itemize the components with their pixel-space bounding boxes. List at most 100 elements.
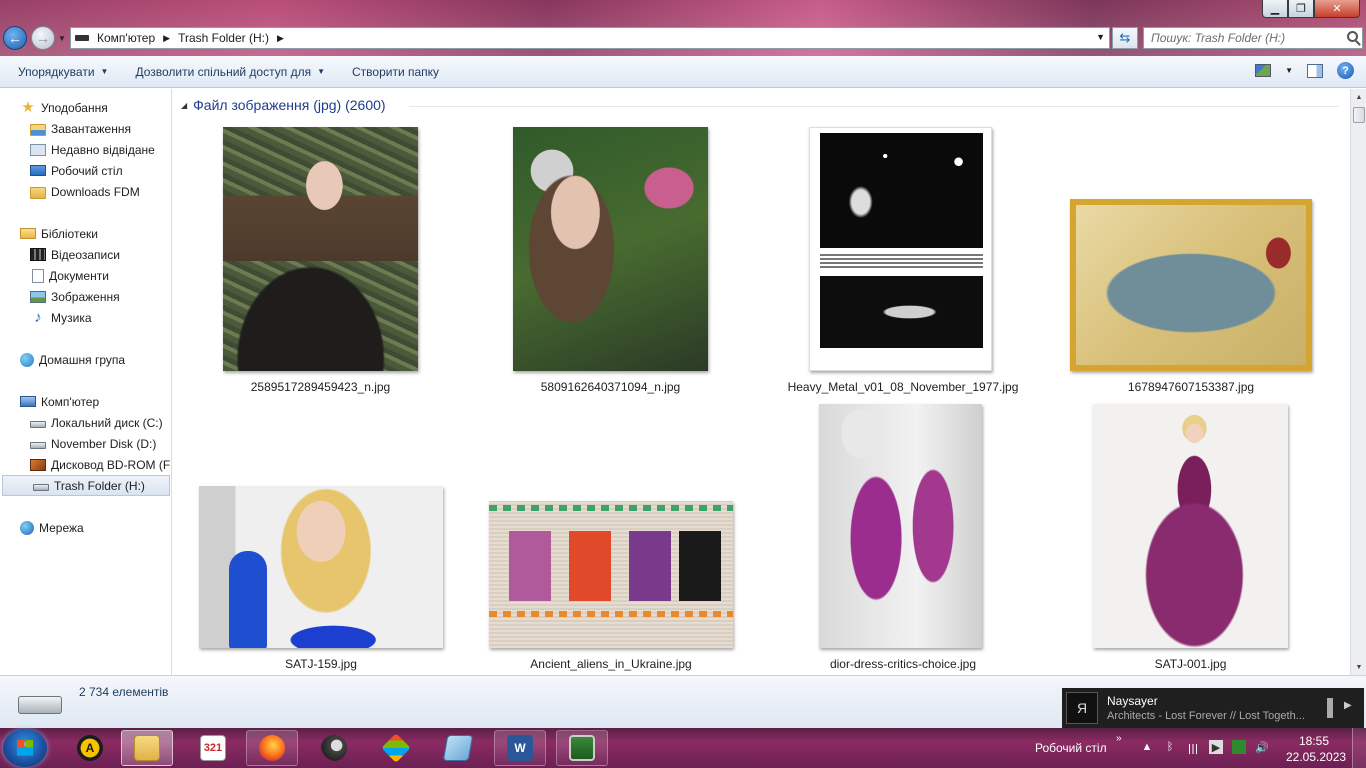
group-header[interactable]: ◢ Файл зображення (jpg) (2600) bbox=[181, 97, 386, 113]
breadcrumb-separator-icon[interactable]: ▶ bbox=[163, 33, 170, 44]
new-folder-button[interactable]: Створити папку bbox=[343, 65, 448, 79]
taskbar-avast[interactable]: A bbox=[64, 730, 116, 766]
show-hidden-icons-icon[interactable]: ▲ bbox=[1140, 740, 1154, 754]
window-controls: ▁ ❐ ✕ bbox=[1262, 0, 1360, 18]
forward-button[interactable]: → bbox=[31, 26, 55, 50]
desktop-icon bbox=[30, 165, 46, 176]
word-icon: W bbox=[507, 735, 533, 761]
vertical-scrollbar[interactable]: ▲ ▼ bbox=[1350, 89, 1366, 675]
file-list[interactable]: ◢ Файл зображення (jpg) (2600) 2589517289… bbox=[173, 89, 1350, 675]
taskbar-firefox[interactable] bbox=[246, 730, 298, 766]
search-placeholder: Пошук: Trash Folder (H:) bbox=[1151, 31, 1286, 45]
file-name-2[interactable]: 5809162640371094_n.jpg bbox=[513, 380, 708, 394]
sidebar-item-homegroup[interactable]: Домашня група bbox=[0, 349, 171, 370]
sidebar-item-label: Дисковод BD-ROM (F:) bbox=[51, 457, 172, 472]
sidebar-item-downloads-fdm[interactable]: Downloads FDM bbox=[0, 181, 171, 202]
sidebar-item-desktop[interactable]: Робочий стіл bbox=[0, 160, 171, 181]
sidebar-item-documents[interactable]: Документи bbox=[0, 265, 171, 286]
taskbar-media-player-classic[interactable]: 321 bbox=[187, 730, 239, 766]
hard-drive-icon bbox=[33, 484, 49, 491]
now-playing-track: Architects - Lost Forever // Lost Togeth… bbox=[1107, 710, 1305, 722]
file-thumbnail-1[interactable] bbox=[223, 127, 418, 371]
volume-icon[interactable]: 🔊 bbox=[1255, 740, 1269, 754]
collapse-triangle-icon[interactable]: ◢ bbox=[181, 101, 187, 110]
file-name-4[interactable]: 1678947607153387.jpg bbox=[1070, 380, 1312, 394]
breadcrumb: Комп'ютер ▶ Trash Folder (H:) ▶ bbox=[97, 31, 292, 45]
close-button[interactable]: ✕ bbox=[1314, 0, 1360, 18]
sidebar-item-favorites[interactable]: ★ Уподобання bbox=[0, 97, 171, 118]
bluetooth-icon[interactable]: ᛒ bbox=[1163, 740, 1177, 754]
history-dropdown-icon[interactable]: ▼ bbox=[58, 34, 66, 43]
minimize-button[interactable]: ▁ bbox=[1262, 0, 1288, 18]
sidebar-item-libraries[interactable]: Бібліотеки bbox=[0, 223, 171, 244]
maximize-button[interactable]: ❐ bbox=[1288, 0, 1314, 18]
address-dropdown-icon[interactable]: ▼ bbox=[1096, 32, 1105, 42]
file-thumbnail-5[interactable] bbox=[199, 486, 443, 648]
file-name-6[interactable]: Ancient_aliens_in_Ukraine.jpg bbox=[489, 657, 733, 671]
view-options-dropdown-icon[interactable]: ▼ bbox=[1285, 66, 1293, 75]
media-icon[interactable]: ▶ bbox=[1209, 740, 1223, 754]
file-thumbnail-8[interactable] bbox=[1093, 404, 1288, 648]
organize-button[interactable]: Упорядкувати ▼ bbox=[9, 65, 117, 79]
taskbar-notes[interactable] bbox=[432, 730, 484, 766]
file-name-8[interactable]: SATJ-001.jpg bbox=[1093, 657, 1288, 671]
refresh-icon: ⇆ bbox=[1119, 30, 1131, 45]
embroidery-band bbox=[489, 505, 733, 511]
help-icon[interactable]: ? bbox=[1337, 62, 1354, 79]
taskbar-steam[interactable] bbox=[308, 730, 360, 766]
avast-icon: A bbox=[77, 735, 103, 761]
preview-pane-icon[interactable] bbox=[1307, 63, 1323, 78]
file-name-1[interactable]: 2589517289459423_n.jpg bbox=[223, 380, 418, 394]
search-input[interactable]: Пошук: Trash Folder (H:) bbox=[1143, 27, 1363, 49]
next-icon[interactable]: ▶ bbox=[1344, 700, 1352, 711]
sidebar-item-videos[interactable]: Відеозаписи bbox=[0, 244, 171, 265]
refresh-button[interactable]: ⇆ bbox=[1112, 27, 1138, 49]
taskbar-explorer[interactable] bbox=[121, 730, 173, 766]
scroll-up-icon[interactable]: ▲ bbox=[1351, 89, 1366, 105]
embroidery-figure bbox=[509, 531, 551, 601]
file-thumbnail-3[interactable] bbox=[809, 127, 992, 371]
scroll-down-icon[interactable]: ▼ bbox=[1351, 659, 1366, 675]
show-desktop-button[interactable] bbox=[1352, 728, 1366, 768]
sidebar-item-label: Відеозаписи bbox=[51, 247, 120, 262]
green-app-icon[interactable] bbox=[1232, 740, 1246, 754]
sidebar-item-drive-d[interactable]: November Disk (D:) bbox=[0, 433, 171, 454]
sidebar-item-recent[interactable]: Недавно відвідане bbox=[0, 139, 171, 160]
sidebar-item-pictures[interactable]: Зображення bbox=[0, 286, 171, 307]
sidebar-item-music[interactable]: ♪ Музика bbox=[0, 307, 171, 328]
sidebar-item-downloads[interactable]: Завантаження bbox=[0, 118, 171, 139]
signal-icon[interactable] bbox=[1186, 744, 1200, 754]
sidebar-item-drive-c[interactable]: Локальний диск (C:) bbox=[0, 412, 171, 433]
back-button[interactable]: ← bbox=[3, 26, 27, 50]
sidebar-item-drive-bd[interactable]: Дисковод BD-ROM (F:) bbox=[0, 454, 172, 475]
change-view-icon[interactable] bbox=[1255, 64, 1272, 77]
file-thumbnail-2[interactable] bbox=[513, 127, 708, 371]
file-thumbnail-4[interactable] bbox=[1070, 199, 1312, 371]
desktop-toolbar-label[interactable]: Робочий стіл bbox=[1035, 741, 1107, 755]
sidebar-item-computer[interactable]: Комп'ютер bbox=[0, 391, 171, 412]
sidebar-item-drive-h[interactable]: Trash Folder (H:) bbox=[2, 475, 170, 496]
clock[interactable]: 18:55 22.05.2023 bbox=[1286, 733, 1347, 765]
start-button[interactable] bbox=[3, 729, 47, 767]
pause-icon[interactable] bbox=[1327, 698, 1333, 718]
clock-date: 22.05.2023 bbox=[1286, 750, 1347, 764]
search-icon[interactable] bbox=[1347, 31, 1358, 42]
file-thumbnail-6[interactable] bbox=[489, 501, 733, 648]
now-playing-popup[interactable]: Я Naysayer Architects - Lost Forever // … bbox=[1062, 688, 1364, 728]
file-name-3[interactable]: Heavy_Metal_v01_08_November_1977.jpg bbox=[773, 380, 1033, 394]
taskbar-monitor[interactable] bbox=[556, 730, 608, 766]
toolbar-chevron-icon[interactable]: » bbox=[1116, 733, 1122, 744]
breadcrumb-separator-icon[interactable]: ▶ bbox=[277, 33, 284, 44]
address-bar[interactable]: Комп'ютер ▶ Trash Folder (H:) ▶ ▼ bbox=[70, 27, 1110, 49]
sidebar-item-network[interactable]: Мережа bbox=[0, 517, 171, 538]
breadcrumb-trash-folder[interactable]: Trash Folder (H:) bbox=[178, 31, 269, 45]
breadcrumb-computer[interactable]: Комп'ютер bbox=[97, 31, 155, 45]
file-name-7[interactable]: dior-dress-critics-choice.jpg bbox=[783, 657, 1023, 671]
scrollbar-thumb[interactable] bbox=[1353, 107, 1365, 123]
navigation-pane[interactable]: ★ Уподобання Завантаження Недавно відвіда… bbox=[0, 89, 172, 675]
file-thumbnail-7[interactable] bbox=[819, 404, 982, 648]
taskbar-windows-app[interactable] bbox=[370, 730, 422, 766]
file-name-5[interactable]: SATJ-159.jpg bbox=[199, 657, 443, 671]
share-button[interactable]: Дозволити спільний доступ для ▼ bbox=[126, 65, 334, 79]
taskbar-word[interactable]: W bbox=[494, 730, 546, 766]
